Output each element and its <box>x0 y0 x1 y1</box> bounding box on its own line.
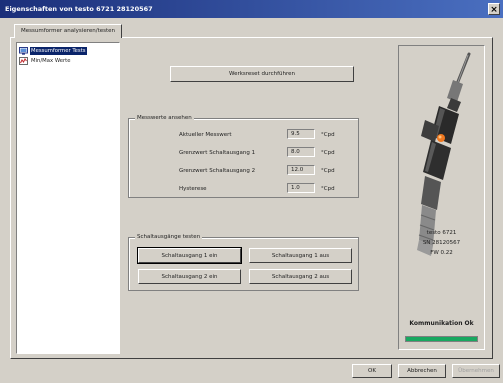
tree-item-transmitter-tests[interactable]: Messumformer Tests <box>19 46 89 55</box>
tree-item-label: Messumformer Tests <box>30 46 87 55</box>
measurements-group-title: Messwerte ansehen <box>135 114 194 122</box>
cancel-button[interactable]: Abbrechen <box>398 364 446 378</box>
switch-1-off-button[interactable]: Schaltausgang 1 aus <box>249 248 352 263</box>
device-model: testo 6721 <box>426 230 457 236</box>
measurement-label: Aktueller Messwert <box>179 132 232 138</box>
connection-status-bar <box>405 336 478 342</box>
window-title: Eigenschaften von testo 6721 28120567 <box>5 5 153 13</box>
device-firmware: FW 0.22 <box>430 250 453 256</box>
switch-1-on-button[interactable]: Schaltausgang 1 ein <box>137 247 242 264</box>
close-icon[interactable]: × <box>488 3 500 15</box>
switch-2-off-button[interactable]: Schaltausgang 2 aus <box>249 269 352 284</box>
measurement-unit: °Cpd <box>321 168 335 174</box>
connection-status: Kommunikation Ok <box>409 320 474 327</box>
measurement-value: 12.0 <box>287 165 315 175</box>
switch-test-group: Schaltausgänge testen Schaltausgang 1 ei… <box>128 233 359 291</box>
title-bar: Eigenschaften von testo 6721 28120567 × <box>0 0 503 18</box>
chart-icon <box>19 56 28 65</box>
monitor-icon <box>19 46 28 55</box>
measurement-unit: °Cpd <box>321 186 335 192</box>
device-panel: testo 6721 SN 28120567 FW 0.22 Kommunika… <box>398 45 485 350</box>
measurement-value: 1.0 <box>287 183 315 193</box>
tab-analyze-test[interactable]: Messumformer analysieren/testen <box>14 24 123 38</box>
measurement-value: 9.5 <box>287 129 315 139</box>
device-serial: SN 28120567 <box>422 240 461 246</box>
properties-window: Eigenschaften von testo 6721 28120567 × … <box>0 0 503 383</box>
measurement-label: Grenzwert Schaltausgang 2 <box>179 168 256 174</box>
switch-test-group-title: Schaltausgänge testen <box>135 233 203 241</box>
measurement-label: Grenzwert Schaltausgang 1 <box>179 150 256 156</box>
measurement-unit: °Cpd <box>321 150 335 156</box>
measurement-unit: °Cpd <box>321 132 335 138</box>
ok-button[interactable]: OK <box>352 364 392 378</box>
factory-reset-button[interactable]: Werksreset durchführen <box>170 66 354 82</box>
tree-item-min-max[interactable]: Min/Max Werte <box>19 56 74 65</box>
switch-2-on-button[interactable]: Schaltausgang 2 ein <box>138 269 241 284</box>
tree-item-label: Min/Max Werte <box>31 57 71 64</box>
apply-button[interactable]: Übernehmen <box>452 364 500 378</box>
measurement-value: 8.0 <box>287 147 315 157</box>
measurement-label: Hysterese <box>179 186 207 192</box>
navigation-tree: Messumformer Tests Min/Max Werte <box>16 42 120 354</box>
measurements-group: Messwerte ansehen Aktueller Messwert 9.5… <box>128 114 359 198</box>
